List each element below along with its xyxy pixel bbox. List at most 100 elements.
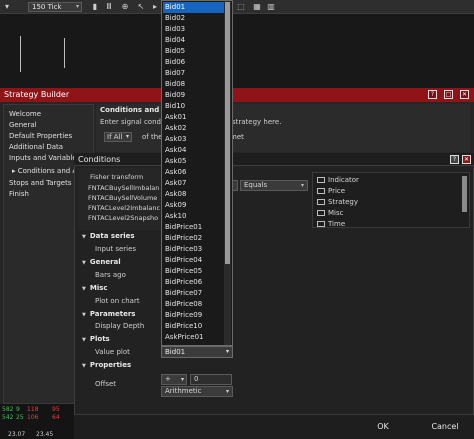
dropdown-option[interactable]: Ask10 bbox=[163, 211, 224, 222]
prop-display-depth: Display Depth bbox=[95, 322, 145, 330]
dropdown-option[interactable]: Ask07 bbox=[163, 178, 224, 189]
dropdown-option[interactable]: Bid06 bbox=[163, 57, 224, 68]
dropdown-option[interactable]: BidPrice10 bbox=[163, 321, 224, 332]
operator-select[interactable]: Equals ▾ bbox=[240, 180, 308, 191]
section-properties[interactable]: ▼ Properties bbox=[82, 361, 131, 369]
dropdown-option[interactable]: BidPrice05 bbox=[163, 266, 224, 277]
close-button[interactable]: ✕ bbox=[462, 155, 471, 164]
close-button[interactable]: ✕ bbox=[460, 90, 469, 99]
dropdown-option[interactable]: Ask06 bbox=[163, 167, 224, 178]
nav-item-default-properties[interactable]: Default Properties bbox=[9, 132, 72, 140]
zoom-icon[interactable]: ⊕ bbox=[120, 2, 130, 12]
help-button[interactable]: ? bbox=[428, 90, 437, 99]
chevron-down-icon: ▾ bbox=[225, 388, 229, 395]
if-all-value: If All bbox=[107, 133, 123, 141]
dialog-title: Conditions bbox=[78, 155, 121, 164]
dropdown-option[interactable]: Bid03 bbox=[163, 24, 224, 35]
dropdown-option[interactable]: Ask08 bbox=[163, 189, 224, 200]
offset-operator-select[interactable]: + ▾ bbox=[161, 374, 187, 385]
help-button[interactable]: ? bbox=[450, 155, 459, 164]
dropdown-arrow-icon[interactable]: ▾ bbox=[2, 2, 12, 12]
nav-item-welcome[interactable]: Welcome bbox=[9, 110, 41, 118]
ladder-cell: 64 bbox=[52, 414, 60, 421]
section-data-series[interactable]: ▼ Data series bbox=[82, 232, 135, 240]
section-label: Properties bbox=[89, 361, 132, 369]
dropdown-option[interactable]: Ask03 bbox=[163, 134, 224, 145]
indicator-item[interactable]: FNTACLevel2Imbalanc bbox=[88, 204, 160, 212]
instruction-text: Enter signal conditi bbox=[100, 118, 168, 126]
ladder-cell: 106 bbox=[27, 414, 39, 421]
value-plot-value: Bid01 bbox=[165, 348, 186, 356]
period-select-value: 150 Tick bbox=[32, 3, 62, 11]
section-general[interactable]: ▼ General bbox=[82, 258, 121, 266]
dropdown-option[interactable]: Bid09 bbox=[163, 90, 224, 101]
dropdown-option[interactable]: Ask01 bbox=[163, 112, 224, 123]
tree-label: Price bbox=[328, 187, 346, 195]
tree-item-price[interactable]: Price bbox=[317, 187, 345, 195]
nav-item-inputs-variables[interactable]: Inputs and Variables bbox=[9, 154, 80, 162]
dropdown-option[interactable]: Ask04 bbox=[163, 145, 224, 156]
ok-button[interactable]: OK bbox=[356, 420, 410, 434]
dropdown-option[interactable]: BidPrice09 bbox=[163, 310, 224, 321]
if-all-select[interactable]: If All ▾ bbox=[104, 132, 132, 142]
dropdown-option[interactable]: BidPrice03 bbox=[163, 244, 224, 255]
dropdown-option[interactable]: BidPrice07 bbox=[163, 288, 224, 299]
nav-item-general[interactable]: General bbox=[9, 121, 37, 129]
bars-icon[interactable]: ▮ bbox=[90, 2, 100, 12]
dropdown-scroll-thumb[interactable] bbox=[225, 2, 230, 264]
tree-label: Time bbox=[328, 220, 346, 228]
indicator-item[interactable]: Fisher transform bbox=[90, 173, 143, 181]
dropdown-option[interactable]: BidPrice01 bbox=[163, 222, 224, 233]
nav-item-additional-data[interactable]: Additional Data bbox=[9, 143, 63, 151]
section-plots[interactable]: ▼ Plots bbox=[82, 335, 110, 343]
dropdown-option[interactable]: Ask09 bbox=[163, 200, 224, 211]
folder-icon bbox=[317, 199, 325, 205]
dropdown-option[interactable]: Ask02 bbox=[163, 123, 224, 134]
ladder-cell: 9 bbox=[16, 406, 20, 413]
chevron-down-icon: ▾ bbox=[125, 133, 129, 140]
cancel-button[interactable]: Cancel bbox=[418, 420, 472, 434]
maximize-button[interactable]: □ bbox=[444, 90, 453, 99]
pointer-icon[interactable]: ↖ bbox=[136, 2, 146, 12]
dropdown-option[interactable]: Bid07 bbox=[163, 68, 224, 79]
section-label: General bbox=[89, 258, 121, 266]
period-select[interactable]: 150 Tick ▾ bbox=[28, 2, 82, 12]
dropdown-option[interactable]: BidPrice02 bbox=[163, 233, 224, 244]
dropdown-option[interactable]: Bid10 bbox=[163, 101, 224, 112]
dropdown-option[interactable]: Bid04 bbox=[163, 35, 224, 46]
conditions-titlebar[interactable]: Conditions ? ✕ bbox=[74, 153, 474, 166]
value-plot-select[interactable]: Bid01 ▾ bbox=[161, 346, 233, 358]
nav-item-stops-targets[interactable]: Stops and Targets bbox=[9, 179, 71, 187]
dropdown-option[interactable]: Bid01 bbox=[163, 2, 224, 13]
indicator-item[interactable]: FNTACLevel2Snapsho bbox=[88, 214, 158, 222]
dropdown-option[interactable]: Bid08 bbox=[163, 79, 224, 90]
dropdown-option[interactable]: AskPrice01 bbox=[163, 332, 224, 343]
section-parameters[interactable]: ▼ Parameters bbox=[82, 310, 135, 318]
nav-item-finish[interactable]: Finish bbox=[9, 190, 29, 198]
indicator-item[interactable]: FNTACBuySellImbalan bbox=[88, 184, 159, 192]
tree-item-indicator[interactable]: Indicator bbox=[317, 176, 359, 184]
tree-item-misc[interactable]: Misc bbox=[317, 209, 343, 217]
tree-item-time[interactable]: Time bbox=[317, 220, 345, 228]
dropdown-option[interactable]: Bid05 bbox=[163, 46, 224, 57]
price-chart[interactable] bbox=[0, 14, 474, 88]
nav-item-conditions[interactable]: ▸ Conditions and Act bbox=[12, 167, 84, 175]
section-misc[interactable]: ▼ Misc bbox=[82, 284, 108, 292]
dropdown-option[interactable]: Bid02 bbox=[163, 13, 224, 24]
offset-type-select[interactable]: Arithmetic ▾ bbox=[161, 386, 233, 397]
dropdown-option[interactable]: BidPrice04 bbox=[163, 255, 224, 266]
dropdown-option[interactable]: BidPrice06 bbox=[163, 277, 224, 288]
strategy-builder-titlebar[interactable]: Strategy Builder ? □ ✕ bbox=[0, 88, 474, 102]
drawing-tools-icon[interactable]: ⬚ bbox=[236, 2, 246, 12]
indicator-item[interactable]: FNTACBuySellVolume bbox=[88, 194, 157, 202]
dropdown-option[interactable]: Ask05 bbox=[163, 156, 224, 167]
tree-scrollbar[interactable] bbox=[462, 176, 467, 212]
layout-icon[interactable]: ▥ bbox=[266, 2, 276, 12]
dropdown-option[interactable]: BidPrice08 bbox=[163, 299, 224, 310]
offset-input[interactable]: 0 bbox=[190, 374, 232, 385]
chart-style-icon[interactable]: Ⅲ bbox=[104, 2, 114, 12]
grid-icon[interactable]: ▦ bbox=[252, 2, 262, 12]
collapse-icon: ▼ bbox=[82, 312, 86, 318]
arrow-icon[interactable]: ▸ bbox=[150, 2, 160, 12]
tree-item-strategy[interactable]: Strategy bbox=[317, 198, 358, 206]
